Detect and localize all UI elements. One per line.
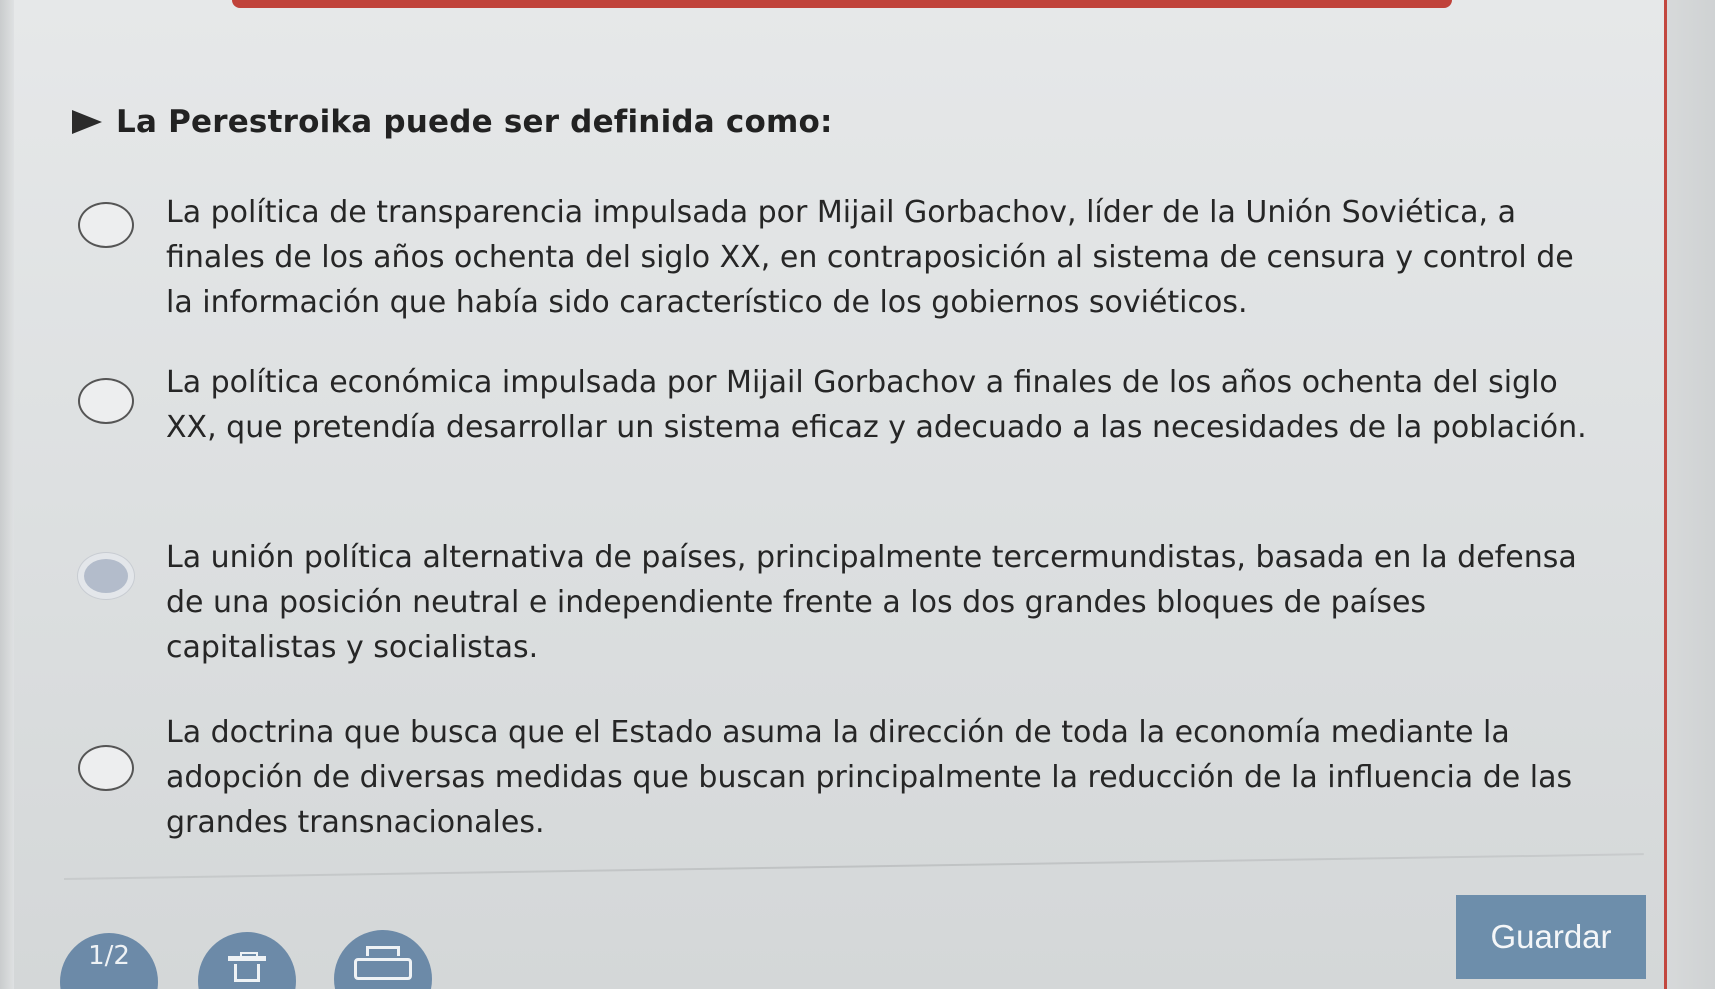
top-accent-bar <box>232 0 1452 8</box>
radio-button-option-4[interactable] <box>78 745 134 791</box>
option-3-text: La unión política alternativa de países,… <box>166 540 1577 665</box>
page-indicator[interactable]: 1/2 <box>60 933 158 989</box>
trash-icon <box>226 952 268 982</box>
play-arrow-icon <box>72 110 102 134</box>
option-2-text: La política económica impulsada por Mija… <box>166 365 1587 445</box>
footer-divider <box>63 853 1644 880</box>
option-4-text: La doctrina que busca que el Estado asum… <box>166 715 1573 840</box>
printer-icon <box>354 946 412 980</box>
print-button[interactable] <box>334 930 432 989</box>
right-accent-border <box>1664 0 1667 989</box>
question-header: La Perestroika puede ser definida como: <box>72 104 833 140</box>
left-frame <box>0 0 14 989</box>
radio-button-option-1[interactable] <box>78 202 134 248</box>
question-text: La Perestroika puede ser definida como: <box>116 104 833 140</box>
quiz-screen: La Perestroika puede ser definida como: … <box>0 0 1715 989</box>
delete-button[interactable] <box>198 932 296 989</box>
radio-button-option-3-selected[interactable] <box>78 553 134 599</box>
save-button[interactable]: Guardar <box>1456 895 1646 979</box>
option-1-text: La política de transparencia impulsada p… <box>166 195 1574 320</box>
right-outside-area <box>1667 0 1715 989</box>
radio-button-option-2[interactable] <box>78 378 134 424</box>
